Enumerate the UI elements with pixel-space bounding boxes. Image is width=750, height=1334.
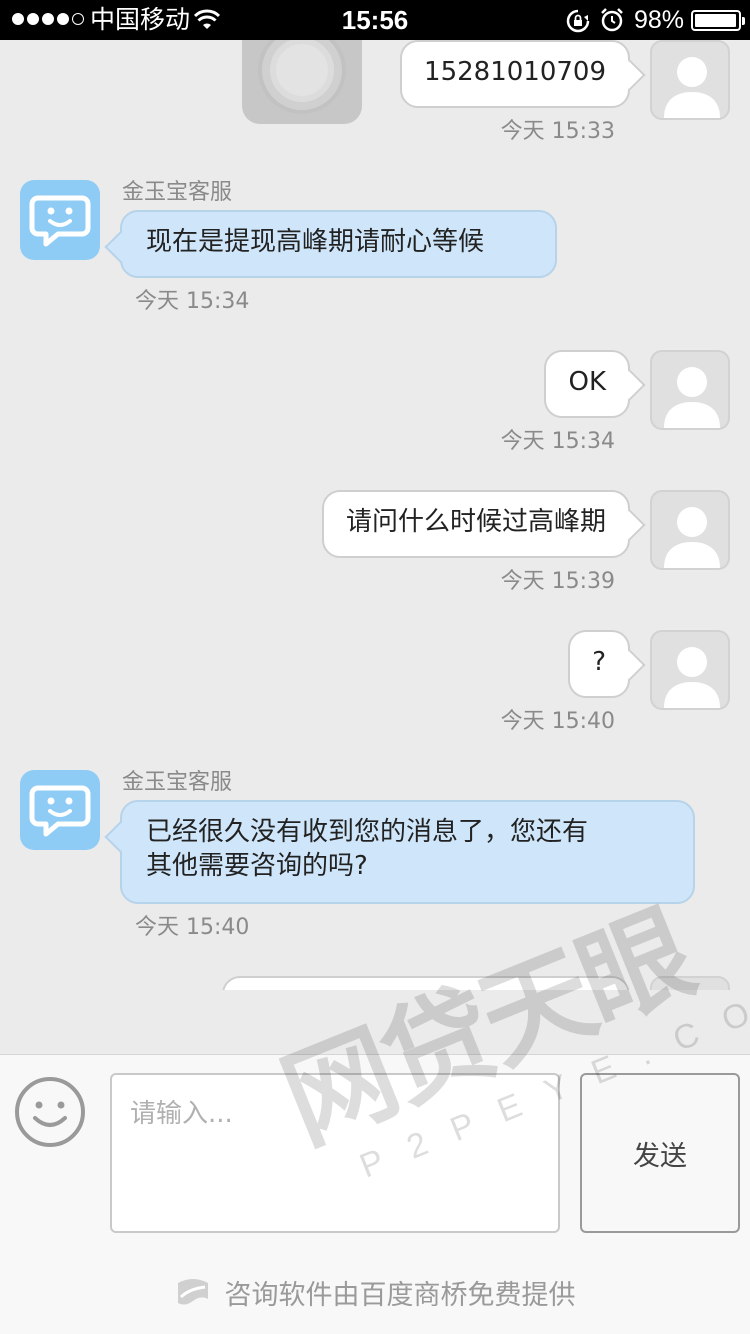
message-line: 已经很久没有收到您的消息了，您还有 xyxy=(146,817,589,847)
message-bubble-partial xyxy=(222,976,630,990)
chat-bot-icon[interactable] xyxy=(20,770,100,850)
message-time: 今天 15:40 xyxy=(135,915,250,940)
message-bubble[interactable]: 请问什么时候过高峰期 xyxy=(321,490,630,558)
alarm-icon xyxy=(601,8,623,32)
user-avatar-icon[interactable] xyxy=(650,40,730,120)
message-time: 今天 15:34 xyxy=(500,429,615,454)
message-time: 今天 15:33 xyxy=(500,119,615,144)
footer-text: 咨询软件由百度商桥免费提供 xyxy=(224,1280,576,1311)
assistive-touch-button[interactable] xyxy=(242,40,362,124)
baidu-bridge-icon xyxy=(177,1278,208,1305)
battery-percent: 98% xyxy=(634,6,685,34)
agent-name: 金玉宝客服 xyxy=(122,180,233,205)
message-line: 其他需要咨询的吗? xyxy=(146,851,368,881)
message-bubble[interactable]: 15281010709 xyxy=(400,40,630,108)
agent-name: 金玉宝客服 xyxy=(122,770,233,795)
user-avatar-partial xyxy=(650,976,730,990)
chat-bot-icon[interactable] xyxy=(20,180,100,260)
message-bubble[interactable]: 现在是提现高峰期请耐心等候 xyxy=(120,210,557,278)
status-bar: 中国移动 15:56 98% xyxy=(0,0,750,40)
user-avatar-icon[interactable] xyxy=(650,350,730,430)
message-time: 今天 15:34 xyxy=(135,289,250,314)
footer: 咨询软件由百度商桥免费提供 xyxy=(0,1273,750,1312)
message-time: 今天 15:40 xyxy=(500,709,615,734)
message-bubble[interactable]: OK xyxy=(544,350,630,418)
user-avatar-icon[interactable] xyxy=(650,490,730,570)
input-panel: 发送 咨询软件由百度商桥免费提供 xyxy=(0,1054,750,1334)
rotation-lock-icon xyxy=(566,9,590,33)
message-bubble[interactable]: ? xyxy=(568,630,630,698)
user-avatar-icon[interactable] xyxy=(650,630,730,710)
send-button[interactable]: 发送 xyxy=(580,1073,740,1233)
message-bubble[interactable]: 已经很久没有收到您的消息了，您还有 其他需要咨询的吗? xyxy=(120,800,695,904)
battery-icon xyxy=(691,10,745,31)
battery-fill xyxy=(695,14,737,27)
chat-transcript[interactable]: 15281010709 今天 15:33 金玉宝客服 现在是提现高峰期请耐心等候… xyxy=(0,40,750,990)
message-time: 今天 15:39 xyxy=(500,569,615,594)
message-input[interactable] xyxy=(110,1073,560,1233)
smiley-icon[interactable] xyxy=(14,1076,86,1148)
